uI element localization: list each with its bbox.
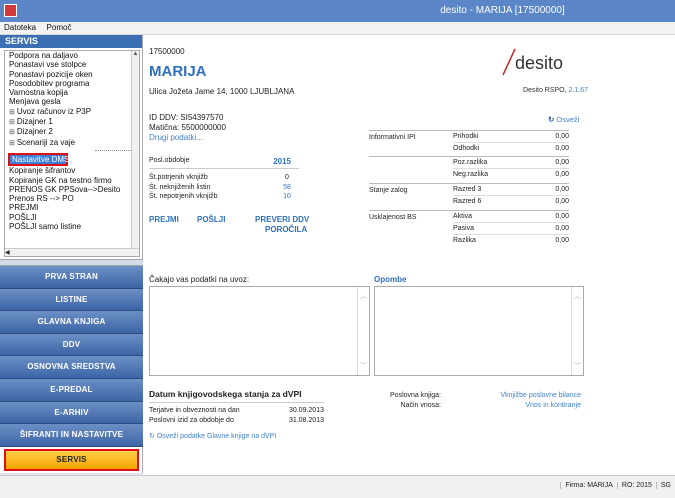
period-stats: Posl.obdobje 2015 Št.potrjenih vknjižb 0… xyxy=(149,157,299,202)
sidebar: SERVIS Podpora na daljavo Ponastavi vse … xyxy=(0,35,143,485)
stat-row: Št. nepotrjenih vknjižb 10 xyxy=(149,193,291,200)
prejmi-button[interactable]: PREJMI xyxy=(149,215,179,224)
horizontal-scrollbar[interactable]: ◀ xyxy=(5,248,139,256)
list-item[interactable]: Kopiranje šifrantov xyxy=(5,166,139,175)
import-box[interactable]: ︿ ﹀ xyxy=(149,286,370,376)
menu-pomoc[interactable]: Pomoč xyxy=(43,22,76,32)
sidebar-header: SERVIS xyxy=(0,35,142,48)
list-item-selected[interactable]: Nastavitve DMS xyxy=(8,152,69,167)
fin-group-ipi: Informativni IPI Prihodki 0,00 Odhodki 0,0… xyxy=(369,130,569,154)
window-title: desito - MARIJA [17500000] xyxy=(440,5,565,16)
list-item[interactable]: PREJMI xyxy=(5,203,139,212)
list-item[interactable]: POŠLJI xyxy=(5,213,139,222)
nav-servis[interactable]: SERVIS xyxy=(4,448,139,471)
logo-text: desito xyxy=(515,53,563,73)
nav-ddv[interactable]: DDV xyxy=(0,333,143,357)
more-data-link[interactable]: Drugi podatki... xyxy=(149,133,226,143)
module-nav: PRVA STRAN LISTINE GLAVNA KNJIGA DDV OSN… xyxy=(0,259,143,485)
import-scrollbar[interactable]: ︿ ﹀ xyxy=(357,287,369,375)
refresh-icon: ↻ xyxy=(149,433,155,440)
refresh-icon: ↻ xyxy=(548,115,555,124)
period-year[interactable]: 2015 xyxy=(273,157,291,166)
company-name: MARIJA xyxy=(149,63,207,80)
notes-label: Opombe xyxy=(374,275,407,284)
poslji-button[interactable]: POŠLJI xyxy=(197,215,225,224)
nav-listine[interactable]: LISTINE xyxy=(0,288,143,312)
status-firma: Firma: MARIJA xyxy=(560,482,616,489)
company-code: 17500000 xyxy=(149,47,185,56)
nav-sifranti[interactable]: ŠIFRANTI IN NASTAVITVE xyxy=(0,424,143,447)
fin-group-zaloge: Stanje zalog Razred 3 0,00 Razred 6 0,00 xyxy=(369,183,569,207)
scroll-up-icon[interactable]: ▲ xyxy=(132,51,139,57)
list-item[interactable]: Varnostna kopija xyxy=(5,88,139,97)
menu-bar: Datoteka Pomoč xyxy=(0,22,675,35)
refresh-gk-link[interactable]: ↻ Osveži podatke Glavne knjige na dVPI xyxy=(149,432,324,440)
refresh-button[interactable]: ↻ Osveži xyxy=(548,115,579,124)
financial-summary: Informativni IPI Prihodki 0,00 Odhodki 0,0… xyxy=(369,130,569,246)
version: 2.1.67 xyxy=(568,87,588,94)
company-details: ID DDV: SI54397570 Matična: 5500000000 D… xyxy=(149,113,226,143)
nav-prva-stran[interactable]: PRVA STRAN xyxy=(0,266,143,289)
list-item-expandable[interactable]: Uvoz računov iz P3P xyxy=(5,107,139,117)
nav-e-arhiv[interactable]: E-ARHIV xyxy=(0,401,143,425)
company-address: Ulica Jožeta Jame 14, 1000 LJUBLJANA xyxy=(149,87,295,96)
notes-textarea[interactable]: ︿ ﹀ xyxy=(374,286,584,376)
list-item[interactable]: Podpora na daljavo xyxy=(5,51,139,60)
list-item[interactable]: Kopiranje GK na testno firmo xyxy=(5,176,139,185)
list-item[interactable]: PRENOS GK PPSova-->Desito xyxy=(5,185,139,194)
stat-row: Št.potrjenih vknjižb 0 xyxy=(149,174,289,181)
list-item[interactable]: POŠLJI samo listine xyxy=(5,222,139,231)
nav-glavna-knjiga[interactable]: GLAVNA KNJIGA xyxy=(0,311,143,334)
desito-logo: desito xyxy=(502,48,563,76)
list-item[interactable]: Ponastavi pozicije oken xyxy=(5,70,139,79)
notes-scrollbar[interactable]: ︿ ﹀ xyxy=(571,287,583,375)
period-label: Posl.obdobje xyxy=(149,157,190,164)
list-item[interactable]: Menjava gesla xyxy=(5,97,139,106)
list-item[interactable]: Ponastavi vse stolpce xyxy=(5,60,139,69)
business-book-link[interactable]: Vknjižbe poslovne bilance xyxy=(441,391,581,401)
logo-subtitle: Desito RSPO, 2.1.67 xyxy=(523,87,588,94)
business-book-info: Poslovna knjiga: Vknjižbe poslovne bilanc… xyxy=(390,391,581,411)
nav-e-predal[interactable]: E-PREDAL xyxy=(0,378,143,402)
ddv-id: ID DDV: SI54397570 xyxy=(149,113,224,122)
main-panel: 17500000 MARIJA Ulica Jožeta Jame 14, 10… xyxy=(143,35,675,475)
status-sg: SG xyxy=(655,482,675,489)
stat-row: Št. neknjiženih listin 58 xyxy=(149,183,291,191)
vertical-scrollbar[interactable]: ▲ xyxy=(131,51,139,256)
list-item-expandable[interactable]: Dizajner 1 xyxy=(5,117,139,127)
list-item[interactable]: Posodobitev programa xyxy=(5,79,139,88)
import-label: Čakajo vas podatki na uvoz: xyxy=(149,275,250,284)
divider xyxy=(95,149,133,151)
status-year: RO: 2015 xyxy=(616,482,656,489)
menu-datoteka[interactable]: Datoteka xyxy=(0,22,40,32)
list-item-expandable[interactable]: Dizajner 2 xyxy=(5,127,139,137)
fin-group-bs: Usklajenost BS Aktiva 0,00 Pasiva 0,00 Raz… xyxy=(369,210,569,246)
list-item[interactable]: Prenos RS --> PO xyxy=(5,194,139,203)
porocila-button[interactable]: POROČILA xyxy=(265,225,307,234)
entry-mode-link[interactable]: Vnos in kontiranje xyxy=(441,401,581,411)
dvpi-date-section: Datum knjigovodskega stanja za dVPI Terj… xyxy=(149,389,324,440)
nav-splitter[interactable] xyxy=(0,259,143,266)
nav-osnovna-sredstva[interactable]: OSNOVNA SREDSTVA xyxy=(0,356,143,379)
scroll-left-icon[interactable]: ◀ xyxy=(5,250,10,256)
list-item-expandable[interactable]: Scenariji za vaje xyxy=(5,138,139,148)
title-bar: desito - MARIJA [17500000] xyxy=(0,0,675,22)
status-bar: Firma: MARIJA RO: 2015 SG xyxy=(0,475,675,498)
fin-group-razlika: Poz.razlika 0,00 Neg.razlika 0,00 xyxy=(369,156,569,180)
maticna: Matična: 5500000000 xyxy=(149,123,226,132)
preveri-ddv-button[interactable]: PREVERI DDV xyxy=(255,215,309,224)
dvpi-title: Datum knjigovodskega stanja za dVPI xyxy=(149,389,324,403)
servis-list: Podpora na daljavo Ponastavi vse stolpce… xyxy=(4,50,140,257)
